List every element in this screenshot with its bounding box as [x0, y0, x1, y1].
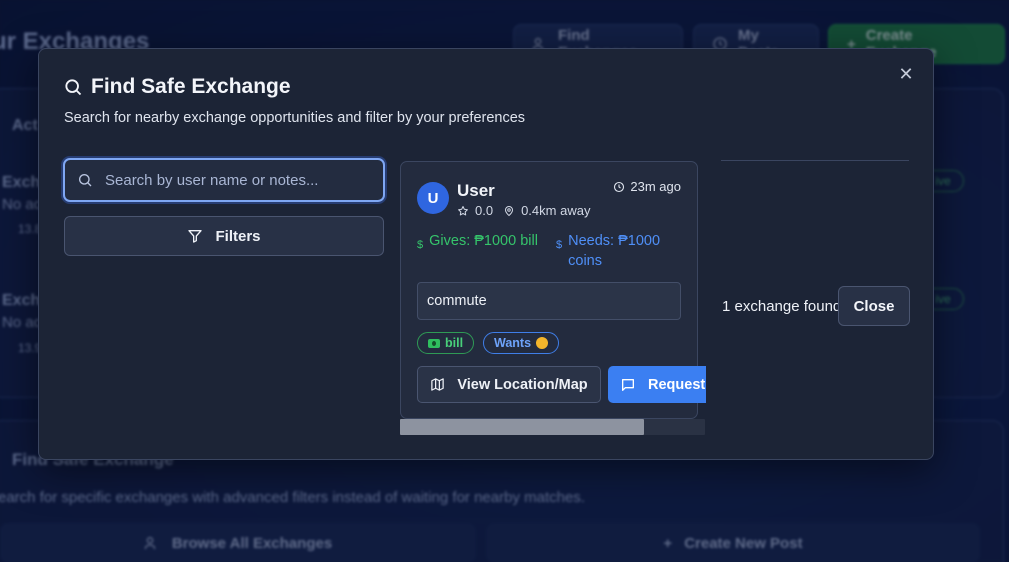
row-sub: No ac [2, 314, 42, 331]
row-sub: No ac [2, 196, 42, 213]
dollar-icon: $ [417, 239, 424, 251]
divider [721, 160, 909, 161]
row-title: Exch [2, 292, 41, 309]
map-icon [430, 377, 445, 392]
users-icon [144, 535, 160, 551]
close-button[interactable]: Close [838, 286, 910, 326]
banknote-icon [428, 338, 440, 348]
needs-info: $ Needs: ₱1000 coins [556, 233, 661, 269]
rating: 0.0 [475, 203, 494, 218]
user-meta: 0.0 0.4km away [457, 203, 590, 218]
avatar: U [417, 182, 449, 214]
gives-info: $ Gives: ₱1000 bill [417, 231, 547, 255]
search-field[interactable] [63, 158, 385, 202]
gives-tag: bill [417, 332, 475, 354]
star-icon [457, 205, 469, 217]
request-button[interactable]: Request [608, 366, 706, 403]
clock-icon [613, 181, 625, 193]
time-ago: 23m ago [613, 179, 681, 194]
listing-note: commute [417, 282, 681, 320]
horizontal-scrollbar[interactable] [400, 419, 705, 435]
dollar-icon: $ [556, 239, 563, 251]
search-input[interactable] [105, 171, 383, 189]
active-heading: Act [12, 117, 38, 134]
row-title: Exch [2, 174, 41, 191]
find-exchange-dialog: ✕ Find Safe Exchange Search for nearby e… [38, 48, 934, 460]
plus-icon: + [663, 534, 673, 552]
browse-all-button[interactable]: Browse All Exchanges [0, 523, 476, 562]
find-section-subtitle: earch for specific exchanges with advanc… [0, 489, 585, 506]
distance: 0.4km away [521, 203, 591, 218]
user-name: User [457, 181, 495, 200]
search-icon [77, 172, 93, 188]
exchange-listing-card: U User 0.0 0.4km away 23m ago $ Gives: ₱… [400, 161, 706, 419]
create-new-post-button[interactable]: + Create New Post [486, 523, 980, 562]
filters-button[interactable]: Filters [64, 216, 384, 256]
message-icon [620, 377, 636, 393]
dialog-title: Find Safe Exchange [63, 75, 291, 99]
map-pin-icon [503, 205, 515, 217]
view-location-button[interactable]: View Location/Map [417, 366, 601, 403]
coin-icon [536, 337, 549, 349]
result-count: 1 exchange found [722, 298, 842, 315]
filter-icon [187, 228, 203, 244]
scrollbar-thumb[interactable] [400, 419, 644, 435]
close-icon[interactable]: ✕ [897, 65, 915, 83]
wants-tag: Wants [483, 332, 560, 354]
search-icon [63, 77, 83, 97]
dialog-subtitle: Search for nearby exchange opportunities… [64, 110, 526, 126]
